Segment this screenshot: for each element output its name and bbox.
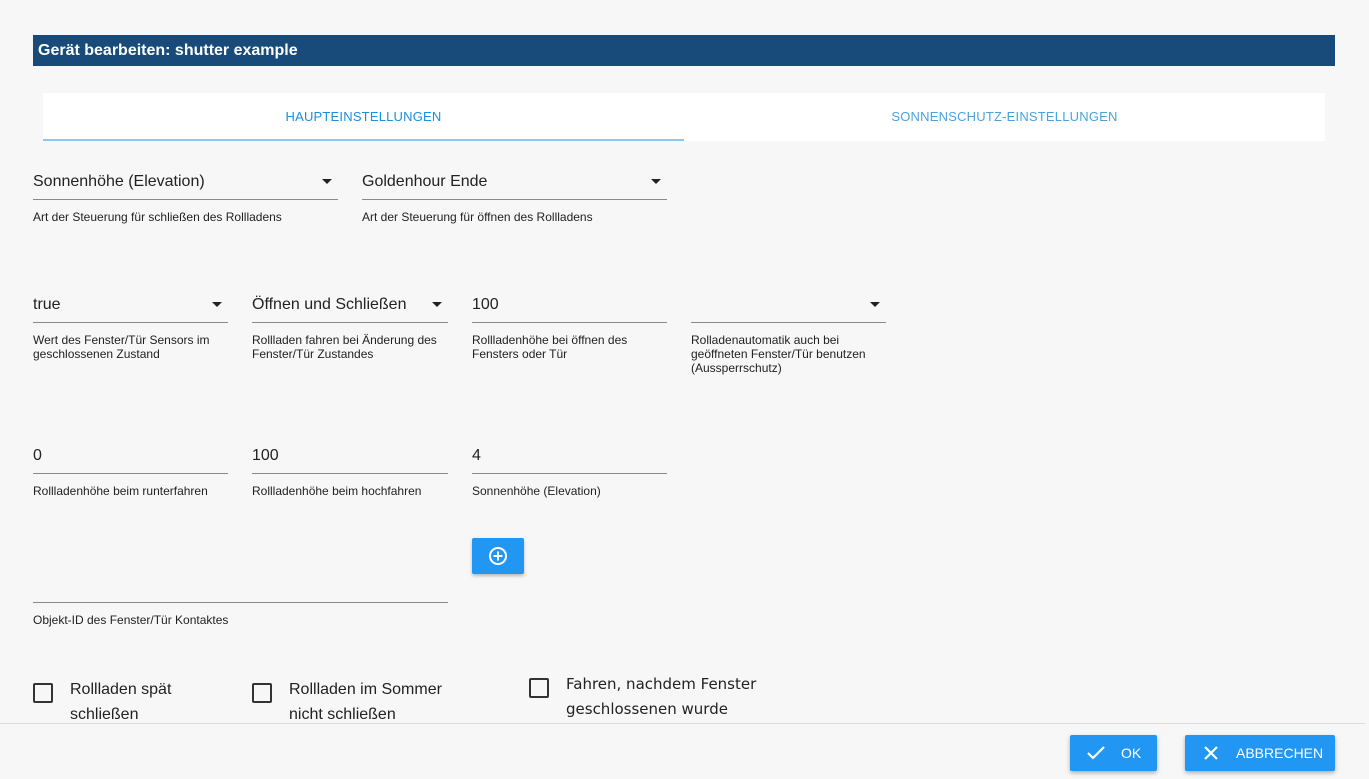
add-object-button[interactable] — [472, 538, 524, 574]
checkbox-icon[interactable] — [252, 683, 272, 703]
late-close-label: Rollladen spät schließen — [70, 681, 172, 723]
tab-main-settings[interactable]: HAUPTEINSTELLUNGEN — [43, 93, 684, 141]
plus-circle-icon — [489, 547, 507, 565]
dialog-title: Gerät bearbeiten: shutter example — [33, 35, 1335, 66]
close-control-value: Sonnenhöhe (Elevation) — [33, 173, 205, 190]
close-control-select[interactable]: Sonnenhöhe (Elevation) — [33, 164, 338, 200]
dropdown-arrow-icon[interactable] — [870, 302, 880, 307]
late-close-checkbox[interactable]: Rollladen spät schließen — [33, 681, 223, 727]
drive-on-change-select[interactable]: Öffnen und Schließen — [252, 287, 448, 323]
close-control-label: Art der Steuerung für schließen des Roll… — [33, 210, 282, 224]
height-open-window-value: 100 — [472, 296, 499, 313]
drive-after-closed-checkbox[interactable]: Fahren, nachdem Fenster geschlossenen wu… — [529, 675, 779, 722]
open-control-label: Art der Steuerung für öffnen des Rolllad… — [362, 210, 593, 224]
sensor-value-value: true — [33, 296, 61, 313]
height-up-input[interactable]: 100 — [252, 438, 448, 474]
elevation-input[interactable]: 4 — [472, 438, 667, 474]
dropdown-arrow-icon[interactable] — [212, 302, 222, 307]
height-down-value: 0 — [33, 447, 42, 464]
sensor-value-label: Wert des Fenster/Tür Sensors im geschlos… — [33, 333, 210, 361]
lockout-protection-select[interactable] — [691, 287, 886, 323]
height-up-value: 100 — [252, 447, 279, 464]
summer-no-close-checkbox[interactable]: Rollladen im Sommer nicht schließen — [252, 681, 452, 727]
height-open-window-label: Rollladenhöhe bei öffnen des Fensters od… — [472, 333, 628, 361]
cancel-button[interactable]: ABBRECHEN — [1185, 735, 1335, 771]
object-id-input[interactable] — [33, 567, 448, 603]
tab-bar: HAUPTEINSTELLUNGEN SONNENSCHUTZ-EINSTELL… — [43, 93, 1325, 141]
height-down-input[interactable]: 0 — [33, 438, 228, 474]
dropdown-arrow-icon[interactable] — [651, 179, 661, 184]
elevation-value: 4 — [472, 447, 481, 464]
tab-sun-protection-settings[interactable]: SONNENSCHUTZ-EINSTELLUNGEN — [684, 93, 1325, 141]
open-control-value: Goldenhour Ende — [362, 173, 488, 190]
lockout-protection-label: Rolladenautomatik auch bei geöffneten Fe… — [691, 333, 866, 375]
ok-label: OK — [1121, 745, 1142, 761]
drive-after-closed-label: Fahren, nachdem Fenster geschlossenen wu… — [566, 675, 757, 718]
height-up-label: Rollladenhöhe beim hochfahren — [252, 484, 422, 498]
dialog-footer: OK ABBRECHEN — [0, 723, 1365, 779]
dropdown-arrow-icon[interactable] — [432, 302, 442, 307]
checkbox-icon[interactable] — [33, 683, 53, 703]
object-id-label: Objekt-ID des Fenster/Tür Kontaktes — [33, 613, 229, 627]
cancel-label: ABBRECHEN — [1236, 745, 1324, 761]
height-open-window-input[interactable]: 100 — [472, 287, 667, 323]
elevation-label: Sonnenhöhe (Elevation) — [472, 484, 601, 498]
check-icon — [1087, 746, 1105, 760]
dropdown-arrow-icon[interactable] — [322, 179, 332, 184]
checkbox-icon[interactable] — [529, 678, 549, 698]
sensor-value-select[interactable]: true — [33, 287, 228, 323]
drive-on-change-label: Rollladen fahren bei Änderung des Fenste… — [252, 333, 437, 361]
open-control-select[interactable]: Goldenhour Ende — [362, 164, 667, 200]
summer-no-close-label: Rollladen im Sommer nicht schließen — [289, 681, 442, 723]
height-down-label: Rollladenhöhe beim runterfahren — [33, 484, 208, 498]
close-icon — [1204, 746, 1218, 760]
ok-button[interactable]: OK — [1070, 735, 1157, 771]
drive-on-change-value: Öffnen und Schließen — [252, 296, 407, 313]
